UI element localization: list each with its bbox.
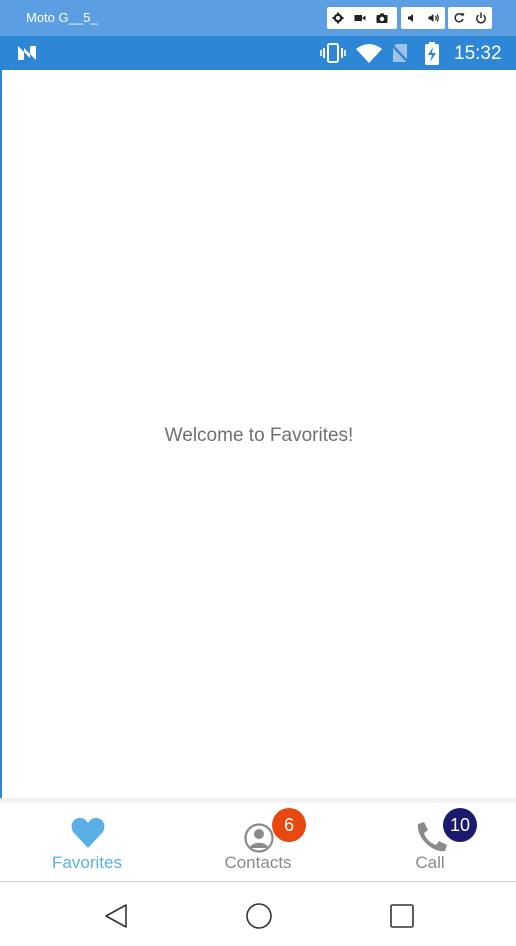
emulator-power-group [448, 7, 492, 29]
vibrate-icon [320, 43, 346, 63]
tab-favorites-label: Favorites [52, 853, 122, 872]
welcome-text: Welcome to Favorites! [164, 425, 354, 446]
settings-icon[interactable] [327, 7, 349, 29]
recents-button[interactable] [388, 902, 416, 930]
status-bar: 15:32 [0, 36, 516, 70]
android-nav-bar [0, 882, 516, 946]
tab-contacts[interactable]: 6 Contacts [188, 803, 328, 881]
emulator-tools-group [327, 7, 397, 29]
tab-call-label: Call [415, 853, 445, 872]
tab-call[interactable]: 10 Call [360, 803, 500, 881]
back-button[interactable] [102, 902, 130, 930]
rotate-icon[interactable] [448, 7, 470, 29]
volume-up-icon[interactable] [423, 7, 445, 29]
favorites-screen: Welcome to Favorites! [2, 70, 516, 798]
power-icon[interactable] [470, 7, 492, 29]
battery-charging-icon [425, 42, 439, 65]
contacts-badge: 6 [272, 808, 306, 842]
no-sim-icon [390, 43, 410, 64]
tab-favorites[interactable]: Favorites [17, 803, 157, 881]
app-screen: Moto G__5_ 15:32 Welcome to Favorites! F… [0, 0, 516, 946]
volume-down-icon[interactable] [401, 7, 423, 29]
emulator-title: Moto G__5_ [26, 10, 98, 25]
home-button[interactable] [245, 902, 273, 930]
emulator-title-bar: Moto G__5_ [0, 0, 516, 36]
person-icon [244, 823, 274, 853]
status-clock: 15:32 [454, 43, 502, 64]
wifi-icon [356, 44, 382, 63]
call-badge: 10 [443, 808, 477, 842]
notification-n-icon [18, 46, 36, 60]
heart-icon [71, 818, 105, 848]
bottom-tab-bar: Favorites 6 Contacts 10 Call [0, 798, 516, 882]
tab-contacts-label: Contacts [224, 853, 292, 872]
emulator-volume-group [401, 7, 445, 29]
camera-icon[interactable] [371, 7, 393, 29]
video-record-icon[interactable] [349, 7, 371, 29]
